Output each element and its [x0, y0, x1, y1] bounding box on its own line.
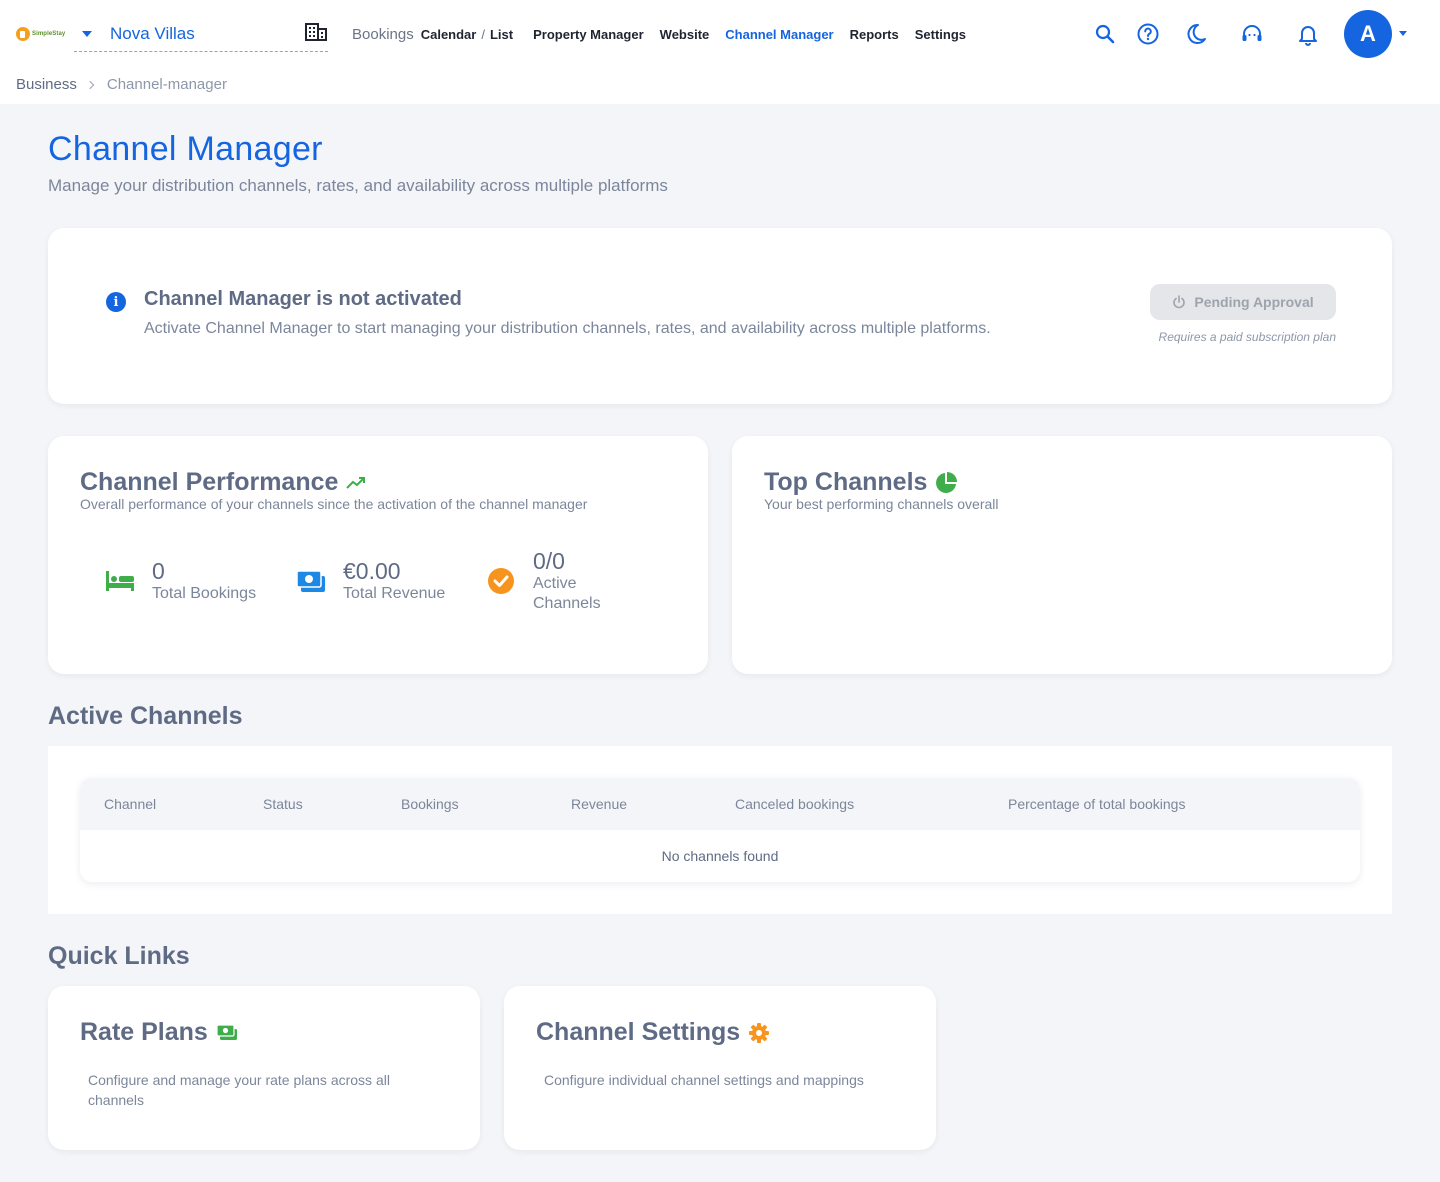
rate-plans-title-text: Rate Plans [80, 1018, 208, 1046]
help-icon[interactable] [1136, 22, 1160, 46]
logo-mark-icon [16, 27, 30, 41]
building-icon[interactable] [305, 23, 327, 41]
notifications-icon[interactable] [1296, 22, 1320, 46]
page-subtitle: Manage your distribution channels, rates… [48, 176, 668, 195]
gear-icon [749, 1022, 770, 1043]
money-icon [216, 1023, 237, 1040]
column-canceled-bookings[interactable]: Canceled bookings [735, 796, 854, 812]
total-revenue-value: €0.00 [343, 558, 401, 584]
activation-title: Channel Manager is not activated [144, 288, 462, 310]
chevron-right-icon [85, 80, 95, 89]
quick-link-rate-plans[interactable]: Rate Plans Configure and manage your rat… [48, 986, 480, 1150]
stat-total-bookings: 0 Total Bookings [104, 558, 256, 604]
top-channels-title: Top Channels [764, 468, 958, 497]
nav-bookings-label: Bookings [352, 25, 414, 43]
channel-settings-title-text: Channel Settings [536, 1018, 741, 1046]
brand-logo[interactable]: SimpleStay [16, 24, 68, 44]
money-icon [295, 565, 327, 597]
active-channels-title: Active Channels [48, 702, 243, 730]
chevron-down-icon[interactable] [82, 30, 92, 37]
nav-property-manager[interactable]: Property Manager [533, 27, 644, 42]
top-channels-subtitle: Your best performing channels overall [764, 496, 999, 512]
main-nav: Bookings Calendar / List Property Manage… [352, 22, 966, 46]
empty-state-message: No channels found [661, 848, 779, 864]
pending-approval-label: Pending Approval [1194, 294, 1314, 310]
nav-settings[interactable]: Settings [915, 27, 966, 42]
column-percentage-total-bookings[interactable]: Percentage of total bookings [1008, 796, 1185, 812]
active-channels-value: 0/0 [533, 548, 565, 574]
stat-total-revenue: €0.00 Total Revenue [295, 558, 445, 604]
rate-plans-description: Configure and manage your rate plans acr… [88, 1072, 390, 1108]
active-channels-label: Active Channels [533, 575, 601, 612]
total-bookings-value: 0 [152, 558, 165, 584]
breadcrumb: Business Channel-manager [16, 76, 227, 93]
support-icon[interactable] [1240, 22, 1264, 46]
column-channel[interactable]: Channel [104, 796, 156, 812]
quick-links-title: Quick Links [48, 942, 190, 970]
activation-description: Activate Channel Manager to start managi… [144, 320, 991, 337]
quick-link-channel-settings[interactable]: Channel Settings Configure individual ch… [504, 986, 936, 1150]
activation-card: i Channel Manager is not activated Activ… [48, 228, 1392, 404]
breadcrumb-current: Channel-manager [106, 76, 227, 93]
column-revenue[interactable]: Revenue [571, 796, 627, 812]
active-channels-table: Channel Status Bookings Revenue Canceled… [80, 778, 1360, 882]
rate-plans-title: Rate Plans [80, 1018, 238, 1047]
table-header: Channel Status Bookings Revenue Canceled… [80, 778, 1360, 830]
top-channels-title-text: Top Channels [764, 468, 928, 496]
channel-settings-title: Channel Settings [536, 1018, 770, 1047]
channel-performance-title: Channel Performance [80, 468, 366, 497]
property-name: Nova Villas [110, 23, 195, 43]
nav-website[interactable]: Website [660, 27, 710, 42]
channel-performance-title-text: Channel Performance [80, 468, 339, 496]
bed-icon [104, 565, 136, 597]
top-bar: SimpleStay Nova Villas Bookings Calendar… [0, 0, 1440, 104]
dark-mode-icon[interactable] [1184, 22, 1208, 46]
property-selector[interactable]: Nova Villas [74, 16, 328, 52]
nav-reports[interactable]: Reports [850, 27, 899, 42]
channel-settings-description: Configure individual channel settings an… [544, 1072, 864, 1088]
active-channels-panel: Channel Status Bookings Revenue Canceled… [48, 746, 1392, 914]
logo-text: SimpleStay [32, 31, 66, 37]
pie-chart-icon [936, 471, 958, 493]
channel-performance-card: Channel Performance Overall performance … [48, 436, 708, 674]
avatar-chevron-down-icon[interactable] [1399, 31, 1407, 36]
total-revenue-label: Total Revenue [343, 585, 446, 602]
subscription-note: Requires a paid subscription plan [1158, 330, 1336, 344]
search-icon[interactable] [1093, 22, 1117, 46]
nav-calendar[interactable]: Calendar [421, 27, 477, 42]
page-title: Channel Manager [48, 130, 323, 168]
power-icon [1173, 295, 1186, 309]
column-status[interactable]: Status [263, 796, 303, 812]
channel-performance-subtitle: Overall performance of your channels sin… [80, 496, 588, 512]
top-channels-card: Top Channels Your best performing channe… [732, 436, 1392, 674]
column-bookings[interactable]: Bookings [401, 796, 459, 812]
breadcrumb-business[interactable]: Business [16, 76, 77, 93]
nav-separator: / [481, 26, 485, 42]
info-icon: i [106, 292, 126, 312]
user-avatar[interactable]: A [1344, 10, 1392, 58]
check-circle-icon [485, 565, 517, 597]
nav-channel-manager[interactable]: Channel Manager [725, 27, 833, 42]
stat-active-channels: 0/0 Active Channels [485, 548, 613, 614]
pending-approval-button[interactable]: Pending Approval [1150, 284, 1336, 320]
total-bookings-label: Total Bookings [152, 585, 257, 602]
nav-list[interactable]: List [490, 27, 513, 42]
trending-up-icon [346, 476, 366, 489]
